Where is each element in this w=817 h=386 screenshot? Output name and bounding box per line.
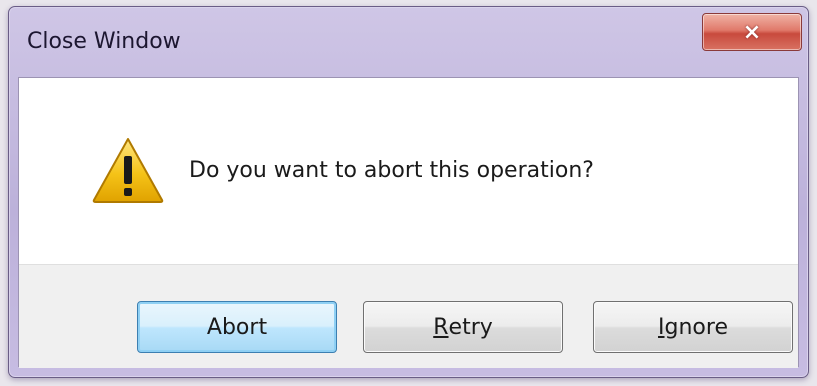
retry-button[interactable]: Retry: [363, 301, 563, 353]
window-title: Close Window: [27, 29, 181, 54]
title-bar[interactable]: Close Window ×: [9, 7, 808, 77]
button-bar: Abort Retry Ignore: [19, 264, 798, 368]
warning-icon: [92, 138, 164, 203]
message-area: Do you want to abort this operation?: [19, 78, 798, 264]
ignore-button-label: gnore: [664, 314, 728, 340]
abort-button-label: Abort: [206, 314, 268, 340]
retry-button-label: etry: [448, 314, 493, 340]
close-window-dialog: Close Window × Do you want to abort this…: [8, 6, 809, 378]
abort-button[interactable]: Abort: [137, 301, 337, 353]
ignore-button[interactable]: Ignore: [593, 301, 793, 353]
close-icon: ×: [742, 19, 762, 45]
dialog-client-area: Do you want to abort this operation? Abo…: [18, 77, 799, 368]
retry-mnemonic: R: [433, 314, 449, 340]
dialog-message: Do you want to abort this operation?: [189, 158, 594, 183]
close-button[interactable]: ×: [702, 13, 802, 51]
